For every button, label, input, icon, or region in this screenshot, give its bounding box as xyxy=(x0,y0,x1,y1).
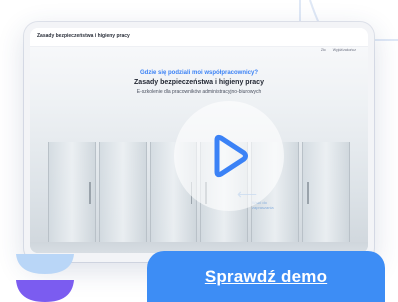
play-icon xyxy=(214,134,248,178)
hero-subtitle: E-szkolenie dla pracowników administracy… xyxy=(136,89,262,95)
hero-headline: Gdzie się podziali moi współpracownicy? … xyxy=(30,70,368,95)
brand-logo-icon xyxy=(16,254,74,302)
check-demo-button[interactable]: Sprawdź demo xyxy=(147,251,385,302)
course-topbar: Zasady bezpieczeństwa i higieny pracy xyxy=(30,28,368,47)
laptop-frame: Zasady bezpieczeństwa i higieny pracy Zł… xyxy=(24,22,374,262)
top-links: Zło Wyjdź/zakończ xyxy=(315,48,356,52)
top-link-1[interactable]: Zło xyxy=(321,48,326,52)
hero-title: Zasady bezpieczeństwa i higieny pracy xyxy=(134,79,264,86)
hero-question: Gdzie się podziali moi współpracownicy? xyxy=(139,70,259,76)
course-preview-screen: Zasady bezpieczeństwa i higieny pracy Zł… xyxy=(30,28,368,253)
play-video-button[interactable] xyxy=(174,101,284,211)
top-link-exit[interactable]: Wyjdź/zakończ xyxy=(333,48,356,52)
course-title: Zasady bezpieczeństwa i higieny pracy xyxy=(37,33,130,39)
